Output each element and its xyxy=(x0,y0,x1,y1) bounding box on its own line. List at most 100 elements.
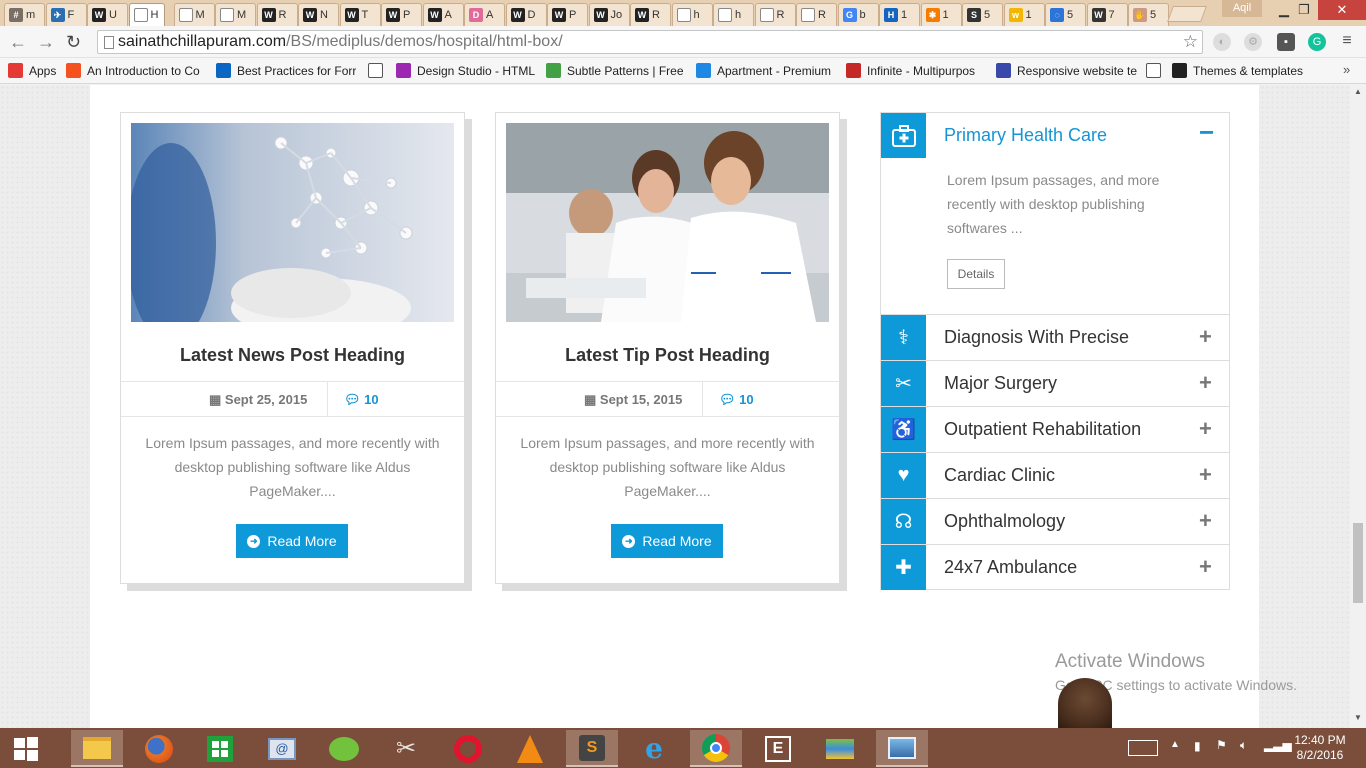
read-more-button[interactable]: ➜ Read More xyxy=(236,524,348,558)
volume-icon[interactable]: 🔈︎ xyxy=(1240,738,1247,753)
maximize-button[interactable]: ❐ xyxy=(1290,0,1318,20)
browser-tab[interactable]: R xyxy=(754,3,796,26)
browser-tab[interactable]: Gb xyxy=(837,3,879,26)
plus-icon[interactable]: + xyxy=(1199,554,1212,580)
bluestacks-icon[interactable] xyxy=(814,730,866,767)
browser-tab[interactable]: WA xyxy=(422,3,464,26)
profile-button[interactable]: Aqil xyxy=(1222,0,1262,17)
messenger-icon[interactable] xyxy=(318,730,370,767)
more-bookmarks-icon[interactable]: » xyxy=(1343,62,1350,77)
grammarly-icon[interactable]: G xyxy=(1308,33,1326,51)
browser-tab[interactable]: WP xyxy=(547,3,588,26)
address-bar[interactable]: sainathchillapuram.com/BS/mediplus/demos… xyxy=(97,30,1203,54)
back-icon[interactable]: ← xyxy=(9,32,27,53)
scroll-down-icon[interactable]: ▼ xyxy=(1354,713,1362,722)
accordion-title[interactable]: 24x7 Ambulance xyxy=(944,557,1077,578)
chat-avatar[interactable] xyxy=(1058,678,1112,730)
browser-tab[interactable]: w1 xyxy=(1003,3,1045,26)
bookmark-item[interactable]: Responsive website te xyxy=(996,63,1137,78)
browser-tab[interactable]: WD xyxy=(505,3,547,26)
accordion-item[interactable]: ☊ Ophthalmology + xyxy=(881,498,1229,544)
accordion-item[interactable]: ✚ 24x7 Ambulance + xyxy=(881,544,1229,590)
browser-tab[interactable]: h xyxy=(671,3,713,26)
plus-icon[interactable]: + xyxy=(1199,370,1212,396)
browser-tab[interactable]: ✋ 5 xyxy=(1128,3,1169,26)
new-tab-button[interactable] xyxy=(1167,6,1207,22)
accordion-title[interactable]: Ophthalmology xyxy=(944,511,1065,532)
bookmark-item[interactable]: An Introduction to Co xyxy=(66,63,200,78)
tab-active[interactable]: H✕ xyxy=(128,3,165,26)
browser-tab[interactable]: WN xyxy=(298,3,339,26)
chrome-icon[interactable] xyxy=(690,730,742,767)
browser-tab[interactable]: WR xyxy=(256,3,298,26)
browser-tab[interactable]: DA xyxy=(464,3,505,26)
browser-tab[interactable]: H1 xyxy=(879,3,920,26)
bookmark-item[interactable]: Infinite - Multipurpos xyxy=(846,63,975,78)
accordion-item[interactable]: ♿ Outpatient Rehabilitation + xyxy=(881,406,1229,452)
snipping-tool-icon[interactable]: ✂ xyxy=(380,730,432,767)
forward-icon[interactable]: → xyxy=(37,32,55,53)
browser-tab[interactable]: # m xyxy=(4,3,45,26)
bookmark-star-icon[interactable]: ☆ xyxy=(1183,31,1198,53)
store-icon[interactable] xyxy=(194,730,246,767)
photos-icon[interactable] xyxy=(876,730,928,767)
browser-tab[interactable]: W Jo xyxy=(588,3,630,26)
plus-icon[interactable]: + xyxy=(1199,508,1212,534)
accordion-item[interactable]: ⚕ Diagnosis With Precise + xyxy=(881,314,1229,360)
accordion-title[interactable]: Cardiac Clinic xyxy=(944,465,1055,486)
card-title[interactable]: Latest News Post Heading xyxy=(121,345,464,366)
browser-tab[interactable]: ✈ F xyxy=(45,3,87,26)
browser-tab[interactable]: WT xyxy=(339,3,381,26)
email-icon[interactable]: @ xyxy=(256,730,308,767)
browser-tab[interactable]: M xyxy=(215,3,256,26)
minus-icon[interactable]: − xyxy=(1199,117,1214,148)
battery-icon[interactable]: ▮ xyxy=(1194,739,1201,753)
browser-tab[interactable]: W7 xyxy=(1086,3,1128,26)
keyboard-icon[interactable] xyxy=(1128,740,1158,756)
bookmark-item[interactable] xyxy=(368,63,389,78)
accordion-item[interactable]: ✂ Major Surgery + xyxy=(881,360,1229,406)
browser-tab[interactable]: M xyxy=(173,3,215,26)
browser-tab[interactable]: WP xyxy=(381,3,422,26)
network-icon[interactable]: ⚑ xyxy=(1216,738,1227,752)
file-explorer-icon[interactable] xyxy=(71,730,123,767)
bookmark-item[interactable]: Subtle Patterns | Free xyxy=(546,63,684,78)
read-more-button[interactable]: ➜ Read More xyxy=(611,524,723,558)
card-title[interactable]: Latest Tip Post Heading xyxy=(496,345,839,366)
bookmark-item[interactable]: Best Practices for Forr xyxy=(216,63,356,78)
reload-icon[interactable]: ↻ xyxy=(66,32,81,53)
accordion-title[interactable]: Diagnosis With Precise xyxy=(944,327,1129,348)
browser-tab[interactable]: ◌ 5 xyxy=(1045,3,1086,26)
show-hidden-icons[interactable]: ▲ xyxy=(1170,739,1180,750)
extension-icon[interactable]: ⚙ xyxy=(1244,33,1262,51)
close-window-button[interactable]: ✕ xyxy=(1318,0,1366,20)
bookmark-item[interactable]: Design Studio - HTML xyxy=(396,63,535,78)
firefox-icon[interactable] xyxy=(133,730,185,767)
signal-icon[interactable]: ▂▃▅ xyxy=(1264,738,1292,752)
accordion-item[interactable]: ♥ Cardiac Clinic + xyxy=(881,452,1229,498)
accordion-title[interactable]: Outpatient Rehabilitation xyxy=(944,419,1141,440)
bookmark-item[interactable] xyxy=(1146,63,1167,78)
bookmark-item[interactable]: Apartment - Premium xyxy=(696,63,831,78)
plus-icon[interactable]: + xyxy=(1199,324,1212,350)
comment-count[interactable]: 💬︎ 10 xyxy=(344,392,379,408)
internet-explorer-icon[interactable]: e xyxy=(628,730,680,767)
page-scrollbar[interactable]: ▲ ▼ xyxy=(1350,85,1366,728)
browser-tab[interactable]: h xyxy=(713,3,754,26)
start-button[interactable] xyxy=(0,730,52,767)
bookmark-item[interactable]: Themes & templates xyxy=(1172,63,1303,78)
browser-tab[interactable]: S5 xyxy=(962,3,1003,26)
scroll-thumb[interactable] xyxy=(1353,523,1363,603)
plus-icon[interactable]: + xyxy=(1199,416,1212,442)
plus-icon[interactable]: + xyxy=(1199,462,1212,488)
opera-icon[interactable] xyxy=(442,730,494,767)
comment-count[interactable]: 💬︎ 10 xyxy=(719,392,754,408)
system-clock[interactable]: 12:40 PM 8/2/2016 xyxy=(1290,733,1350,763)
scroll-up-icon[interactable]: ▲ xyxy=(1354,87,1362,96)
vlc-icon[interactable] xyxy=(504,730,556,767)
browser-tab[interactable]: ✱ 1 xyxy=(920,3,962,26)
accordion-title[interactable]: Primary Health Care xyxy=(944,125,1107,146)
accordion-title[interactable]: Major Surgery xyxy=(944,373,1057,394)
browser-tab[interactable]: WR xyxy=(630,3,671,26)
menu-icon[interactable]: ≡ xyxy=(1338,32,1356,50)
